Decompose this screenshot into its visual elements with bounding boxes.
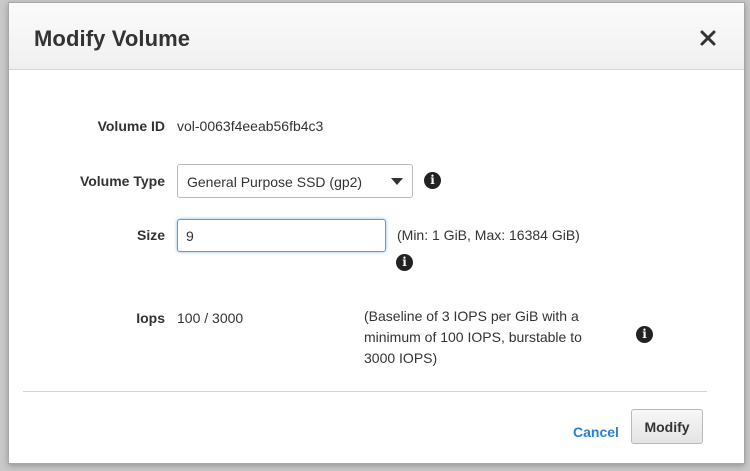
iops-value: 100 / 3000 — [177, 310, 244, 326]
iops-hint-line: 3000 IOPS) — [364, 350, 438, 366]
iops-label: Iops — [136, 310, 165, 326]
volume-id-value: vol-0063f4eeab56fb4c3 — [177, 118, 324, 134]
volume-type-selected: General Purpose SSD (gp2) — [187, 174, 363, 190]
iops-hint: (Baseline of 3 IOPS per GiB with a minim… — [364, 306, 582, 369]
iops-hint-line: minimum of 100 IOPS, burstable to — [364, 329, 582, 345]
modify-volume-dialog: Modify Volume Volume ID vol-0063f4eeab56… — [8, 2, 745, 464]
info-icon[interactable]: i — [636, 326, 653, 343]
dialog-header: Modify Volume — [9, 3, 744, 70]
size-label: Size — [136, 227, 165, 243]
volume-type-label: Volume Type — [79, 173, 165, 189]
modify-button[interactable]: Modify — [631, 409, 703, 444]
size-input[interactable] — [177, 219, 386, 252]
size-hint: (Min: 1 GiB, Max: 16384 GiB) — [397, 227, 580, 243]
iops-hint-line: (Baseline of 3 IOPS per GiB with a — [364, 308, 579, 324]
info-icon[interactable]: i — [424, 172, 441, 189]
info-icon[interactable]: i — [396, 254, 413, 271]
chevron-down-icon — [391, 178, 403, 185]
cancel-button[interactable]: Cancel — [573, 424, 619, 440]
footer-divider — [23, 391, 707, 392]
volume-id-label: Volume ID — [97, 118, 165, 134]
dialog-title: Modify Volume — [34, 26, 191, 51]
close-icon[interactable] — [699, 29, 717, 47]
volume-type-select[interactable]: General Purpose SSD (gp2) — [177, 164, 413, 198]
